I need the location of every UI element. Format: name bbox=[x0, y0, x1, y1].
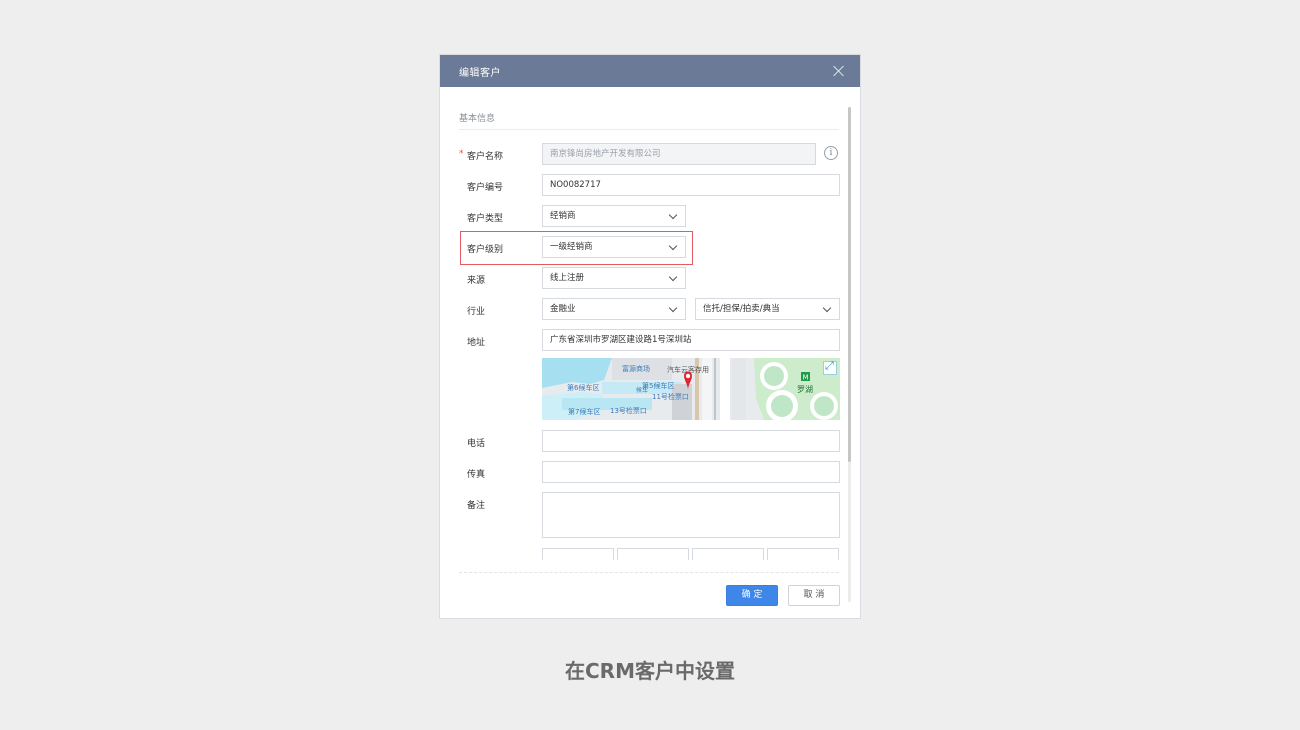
customer-name-input[interactable]: 南京锋尚房地产开发有限公司 bbox=[542, 143, 816, 165]
map-graphic: M 富源商场 汽车云客存用 第6候车区 第5候车区 11号检票口 13号检票口 … bbox=[542, 358, 840, 420]
remark-label: 备注 bbox=[467, 501, 486, 511]
address-label: 地址 bbox=[467, 338, 486, 348]
chevron-down-icon bbox=[668, 303, 678, 313]
expand-icon[interactable] bbox=[823, 359, 837, 375]
customer-level-label: 客户级别 bbox=[467, 245, 504, 255]
required-mark: * bbox=[459, 149, 464, 159]
customer-type-value: 经销商 bbox=[550, 211, 576, 221]
customer-no-input[interactable]: NO0082717 bbox=[542, 174, 840, 196]
map-label: 第7候车区 bbox=[568, 407, 600, 416]
chevron-down-icon bbox=[822, 303, 832, 313]
address-map[interactable]: M 富源商场 汽车云客存用 第6候车区 第5候车区 11号检票口 13号检票口 … bbox=[542, 358, 840, 420]
map-label: 候车 bbox=[636, 386, 648, 394]
extra-input[interactable] bbox=[542, 548, 614, 560]
source-label: 来源 bbox=[467, 276, 486, 286]
dialog-title: 编辑客户 bbox=[459, 68, 501, 79]
section-divider bbox=[459, 129, 839, 130]
customer-no-label: 客户编号 bbox=[467, 183, 504, 193]
address-input[interactable]: 广东省深圳市罗湖区建设路1号深圳站 bbox=[542, 329, 840, 351]
scrollbar-thumb[interactable] bbox=[848, 107, 851, 462]
info-icon[interactable]: i bbox=[824, 146, 838, 160]
customer-name-label: 客户名称 bbox=[467, 152, 504, 162]
industry-sub-select[interactable]: 信托/担保/拍卖/典当 bbox=[695, 298, 840, 320]
customer-level-select[interactable]: 一级经销商 bbox=[542, 236, 686, 258]
phone-label: 电话 bbox=[467, 439, 486, 449]
cancel-button[interactable]: 取 消 bbox=[788, 585, 840, 606]
map-label: 11号检票口 bbox=[652, 392, 689, 401]
map-label: 富源商场 bbox=[622, 364, 650, 373]
chevron-down-icon bbox=[668, 241, 678, 251]
customer-type-select[interactable]: 经销商 bbox=[542, 205, 686, 227]
chevron-down-icon bbox=[668, 210, 678, 220]
source-value: 线上注册 bbox=[550, 273, 585, 283]
edit-customer-dialog: 编辑客户 基本信息 * 客户名称 南京锋尚房地产开发有限公司 i 客户编号 NO… bbox=[440, 55, 860, 618]
dialog-header: 编辑客户 bbox=[440, 55, 860, 87]
extra-input[interactable] bbox=[692, 548, 764, 560]
caption: 在CRM客户中设置 bbox=[565, 659, 735, 683]
map-label: 13号检票口 bbox=[610, 406, 647, 415]
industry-select[interactable]: 金融业 bbox=[542, 298, 686, 320]
source-select[interactable]: 线上注册 bbox=[542, 267, 686, 289]
extra-input[interactable] bbox=[617, 548, 689, 560]
section-title: 基本信息 bbox=[459, 114, 496, 124]
industry-label: 行业 bbox=[467, 307, 486, 317]
svg-text:M: M bbox=[802, 374, 808, 382]
fax-label: 传真 bbox=[467, 470, 486, 480]
fax-input[interactable] bbox=[542, 461, 840, 483]
industry-value: 金融业 bbox=[550, 304, 576, 314]
footer-divider bbox=[459, 572, 839, 573]
chevron-down-icon bbox=[668, 272, 678, 282]
confirm-button[interactable]: 确 定 bbox=[726, 585, 778, 606]
phone-input[interactable] bbox=[542, 430, 840, 452]
remark-textarea[interactable] bbox=[542, 492, 840, 538]
close-icon[interactable] bbox=[832, 64, 846, 78]
extra-input[interactable] bbox=[767, 548, 839, 560]
map-label: 罗湖 bbox=[797, 385, 813, 394]
industry-sub-value: 信托/担保/拍卖/典当 bbox=[703, 304, 780, 314]
map-label: 第6候车区 bbox=[567, 383, 599, 392]
customer-level-value: 一级经销商 bbox=[550, 242, 593, 252]
scrollbar[interactable] bbox=[848, 107, 851, 602]
customer-type-label: 客户类型 bbox=[467, 214, 504, 224]
